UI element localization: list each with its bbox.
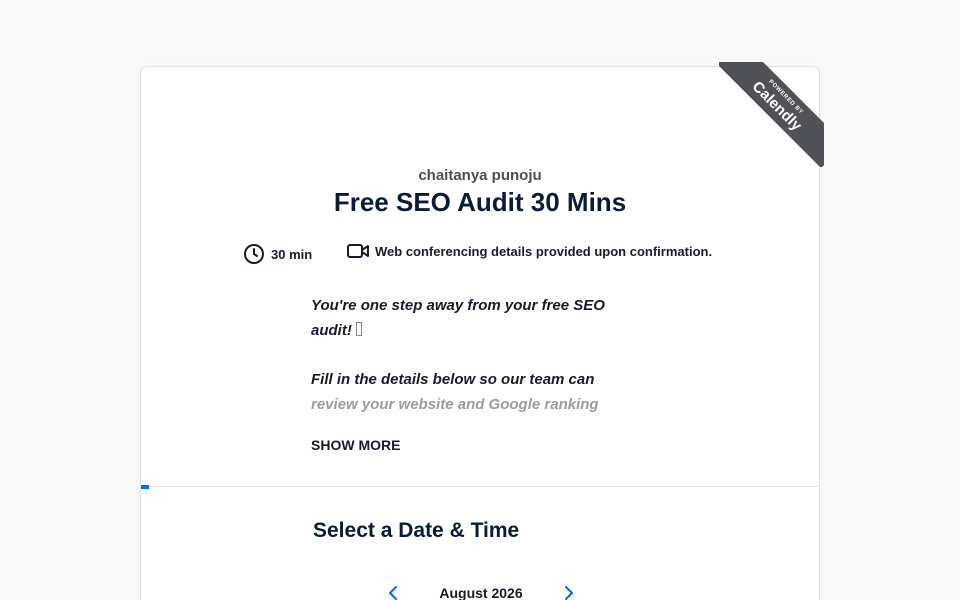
description-line: You're one step away from your free SEO (311, 297, 605, 314)
section-divider (141, 486, 819, 487)
current-month: August 2026 (439, 585, 523, 600)
month-navigation: August 2026 (381, 581, 581, 600)
conferencing-info: Web conferencing details provided upon c… (347, 243, 712, 259)
organizer-name: chaitanya punoju (418, 167, 542, 184)
description-paragraph: Fill in the details below so our team ca… (311, 367, 631, 417)
ribbon-band: POWERED BY Calendly (719, 62, 824, 167)
duration-info: 30 min (243, 243, 312, 265)
event-card: chaitanya punoju Free SEO Audit 30 Mins … (140, 66, 820, 600)
description-paragraph: You're one step away from your free SEO … (311, 293, 631, 343)
video-camera-icon (347, 244, 369, 258)
progress-indicator (141, 485, 149, 489)
event-description: You're one step away from your free SEO … (311, 293, 631, 441)
description-line-faded: review your website and Google ranking (311, 396, 599, 413)
next-month-button[interactable] (557, 581, 581, 600)
emoji-placeholder-icon (355, 322, 362, 336)
description-line: audit! (311, 322, 352, 339)
description-line: Fill in the details below so our team ca… (311, 371, 595, 388)
clock-icon (244, 244, 264, 264)
event-title: Free SEO Audit 30 Mins (333, 187, 627, 217)
select-date-title: Select a Date & Time (313, 519, 520, 542)
chevron-right-icon (565, 586, 573, 600)
powered-by-ribbon[interactable]: POWERED BY Calendly (719, 62, 824, 167)
conferencing-label: Web conferencing details provided upon c… (375, 243, 713, 259)
show-more-button[interactable]: SHOW MORE (311, 437, 400, 453)
duration-label: 30 min (271, 246, 313, 262)
